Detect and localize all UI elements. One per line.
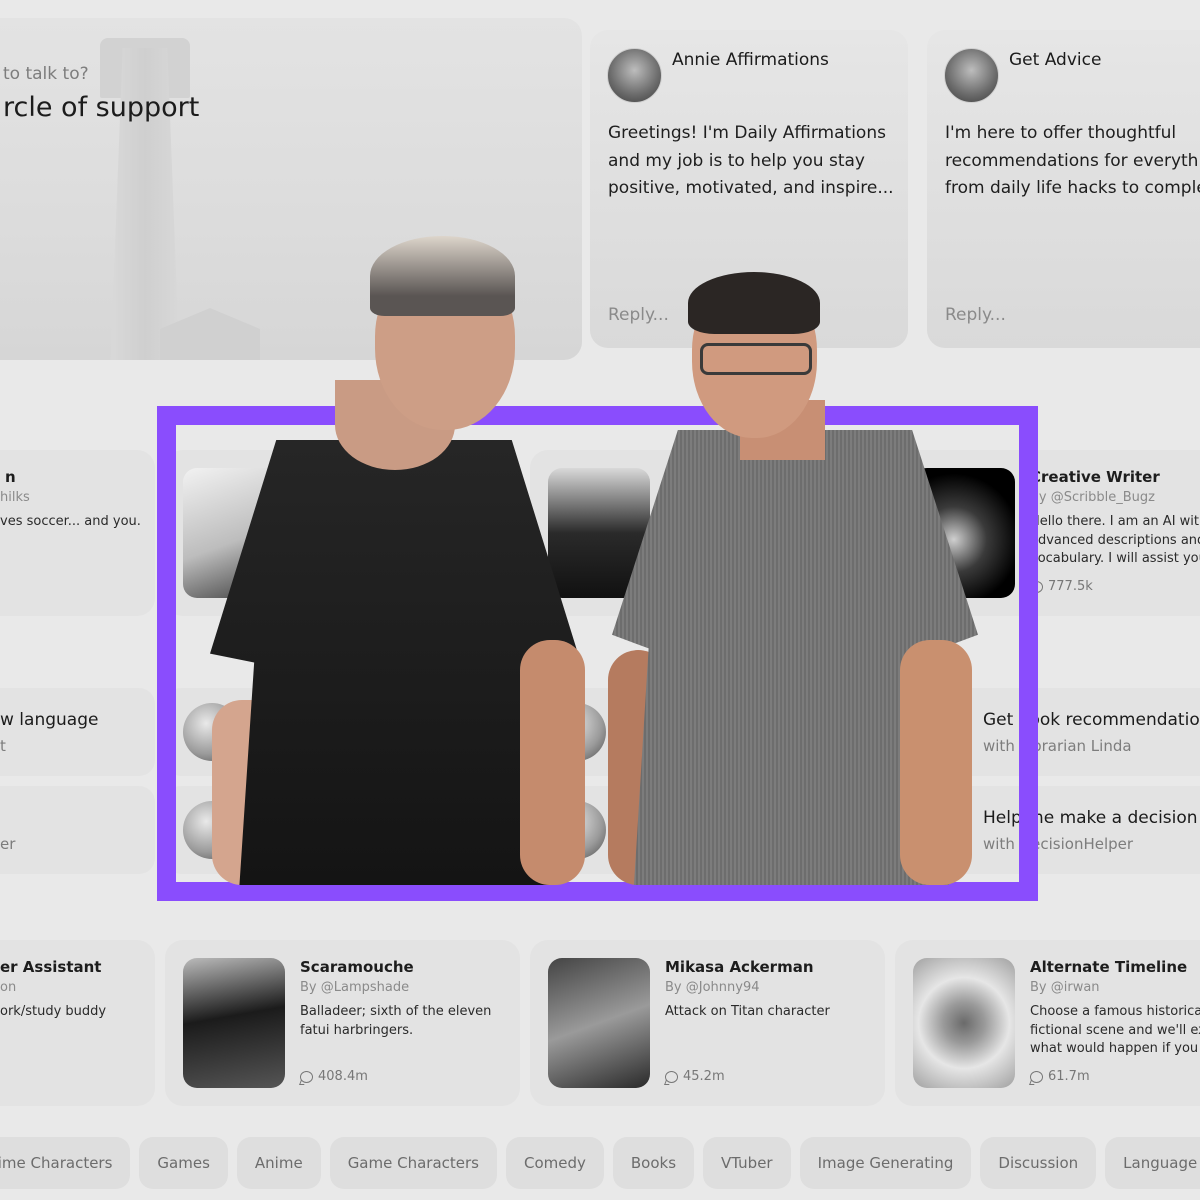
hero-title: rcle of support	[3, 92, 200, 123]
task-with: wi	[618, 835, 635, 853]
librarian-icon	[913, 703, 971, 761]
task-title: w language	[0, 710, 99, 730]
chat-card-name: Annie Affirmations	[672, 50, 829, 70]
character-description: Attack on Titan character	[665, 1004, 830, 1019]
lightbulb-icon	[548, 703, 606, 761]
desk-icon	[183, 703, 241, 761]
category-chip[interactable]: Language Learning	[1105, 1137, 1200, 1189]
category-chip[interactable]: VTuber	[703, 1137, 791, 1189]
character-card[interactable]: n hilks ves soccer... and you.	[0, 450, 155, 616]
character-title: 2B	[300, 468, 322, 486]
character-card-alternate-timeline[interactable]: Alternate Timeline By @irwan Choose a fa…	[895, 940, 1200, 1106]
category-chip[interactable]: Anime Characters	[0, 1137, 131, 1189]
hero-subtitle: to talk to?	[3, 64, 89, 84]
owl-avatar-icon	[944, 48, 999, 103]
category-chip[interactable]: Books	[612, 1137, 695, 1189]
task-with: with Librarian Linda	[983, 737, 1132, 755]
character-description: Hello there. I am an AI with advanced de…	[1030, 514, 1200, 566]
chat-count-value: 61.7m	[1048, 1069, 1090, 1084]
chat-bubble-icon	[665, 1070, 678, 1083]
character-card-sa[interactable]: Sa	[530, 450, 885, 616]
chat-bubble-icon	[300, 1070, 313, 1083]
task-card-decision-helper[interactable]: Help me make a decision with DecisionHel…	[895, 786, 1200, 874]
chat-bubble-icon	[1030, 1070, 1043, 1083]
chat-count: 408.4m	[300, 1069, 368, 1084]
task-card[interactable]	[530, 688, 885, 776]
chat-card-message: Greetings! I'm Daily Affirmations and my…	[608, 123, 894, 198]
task-with: er	[0, 835, 16, 853]
character-card-2b[interactable]: 2B	[165, 450, 520, 616]
character-author: By @Johnny94	[665, 980, 760, 995]
character-thumbnail	[548, 958, 650, 1088]
shield-web-icon	[548, 801, 606, 859]
character-title: Sa	[665, 468, 686, 486]
chat-count-value: 408.4m	[318, 1069, 368, 1084]
character-author: By @Lampshade	[300, 980, 410, 995]
chat-count-value: 777.5k	[1048, 579, 1093, 594]
task-card[interactable]: w language t	[0, 688, 155, 776]
chat-count: 45.2m	[665, 1069, 725, 1084]
task-with: with DecisionHelper	[983, 835, 1134, 853]
category-chip[interactable]: Comedy	[505, 1137, 604, 1189]
character-title: n	[5, 468, 16, 486]
task-card[interactable]	[165, 688, 520, 776]
notebook-icon	[183, 801, 241, 859]
chat-card-name: Get Advice	[1009, 50, 1102, 70]
task-with: t	[0, 737, 6, 755]
character-author: By @irwan	[1030, 980, 1100, 995]
chat-card-annie[interactable]: Annie Affirmations Greetings! I'm Daily …	[590, 30, 908, 348]
character-thumbnail	[183, 958, 285, 1088]
character-author: hilks	[0, 490, 30, 505]
task-title: Pl	[618, 808, 633, 828]
category-chip[interactable]: Image Generating	[799, 1137, 972, 1189]
character-thumbnail	[548, 468, 650, 598]
butterfly-thumbnail	[913, 958, 1015, 1088]
task-card[interactable]	[165, 786, 520, 874]
character-author: on	[0, 980, 17, 995]
character-title: Creative Writer	[1030, 468, 1160, 486]
category-chip[interactable]: Game Characters	[329, 1137, 497, 1189]
character-card-creative-writer[interactable]: Creative Writer By @Scribble_Bugz Hello …	[895, 450, 1200, 616]
character-title: Scaramouche	[300, 958, 414, 976]
character-title: Alternate Timeline	[1030, 958, 1188, 976]
woman-portrait-avatar-icon	[607, 48, 662, 103]
category-chip[interactable]: Games	[139, 1137, 228, 1189]
character-card-mikasa[interactable]: Mikasa Ackerman By @Johnny94 Attack on T…	[530, 940, 885, 1106]
character-title: Mikasa Ackerman	[665, 958, 814, 976]
task-title: Help me make a decision	[983, 808, 1198, 828]
decision-helper-icon	[913, 801, 971, 859]
reply-input[interactable]: Reply...	[945, 305, 1006, 325]
character-description: Balladeer; sixth of the eleven fatui har…	[300, 1004, 492, 1038]
reply-input[interactable]: Reply...	[608, 305, 669, 325]
character-card-scaramouche[interactable]: Scaramouche By @Lampshade Balladeer; six…	[165, 940, 520, 1106]
character-description: Choose a famous historical fictional sce…	[1030, 1004, 1200, 1056]
book-thumbnail	[913, 468, 1015, 598]
category-chip[interactable]: Discussion	[980, 1137, 1097, 1189]
character-card[interactable]: er Assistant on ork/study buddy	[0, 940, 155, 1106]
category-chip[interactable]: Anime	[236, 1137, 321, 1189]
task-card[interactable]: er	[0, 786, 155, 874]
task-title: Get book recommendations	[983, 710, 1200, 730]
task-card-book-recommendations[interactable]: Get book recommendations with Librarian …	[895, 688, 1200, 776]
chat-count-value: 45.2m	[683, 1069, 725, 1084]
chat-bubble-icon	[1030, 580, 1043, 593]
character-thumbnail	[183, 468, 285, 598]
chat-count: 777.5k	[1030, 579, 1093, 594]
category-chips: Anime Characters Games Anime Game Charac…	[0, 1137, 1200, 1189]
chat-card-get-advice[interactable]: Get Advice I'm here to offer thoughtful …	[927, 30, 1200, 348]
chat-card-message: I'm here to offer thoughtful recommendat…	[945, 123, 1200, 198]
chat-count: 61.7m	[1030, 1069, 1090, 1084]
character-author: By @Scribble_Bugz	[1030, 490, 1155, 505]
task-card[interactable]: Pl wi	[530, 786, 885, 874]
character-title: er Assistant	[0, 958, 102, 976]
